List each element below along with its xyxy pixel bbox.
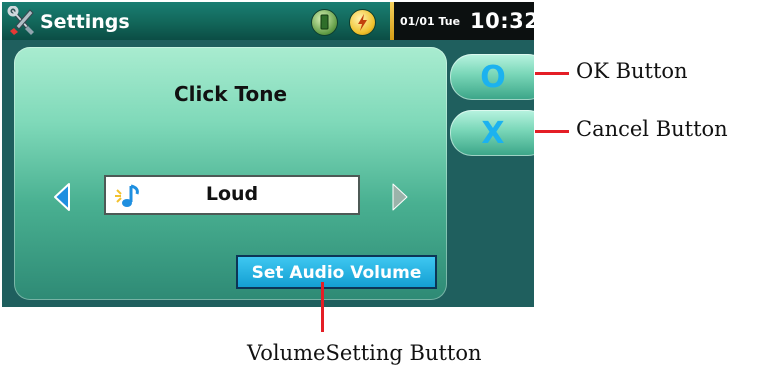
volume-callout-label: VolumeSetting Button bbox=[247, 341, 482, 365]
settings-panel: Click Tone Loud Set Audio Volume bbox=[14, 47, 447, 300]
ok-glyph: O bbox=[480, 60, 506, 95]
volume-callout-line bbox=[321, 282, 324, 332]
ok-callout-line bbox=[535, 72, 569, 75]
previous-arrow-icon[interactable] bbox=[52, 182, 72, 212]
battery-icon[interactable] bbox=[311, 9, 338, 36]
time-text: 10:32 bbox=[470, 9, 534, 33]
wrench-screwdriver-icon bbox=[6, 5, 38, 36]
date-text: 01/01 Tue bbox=[400, 15, 461, 28]
tone-value: Loud bbox=[205, 183, 259, 205]
cancel-button[interactable]: X bbox=[450, 110, 534, 156]
ok-button[interactable]: O bbox=[450, 54, 534, 100]
cancel-glyph: X bbox=[481, 116, 505, 151]
clock: 01/01 Tue 10:32 bbox=[394, 2, 534, 40]
app-title: Settings bbox=[40, 11, 130, 33]
tone-value-box: Loud bbox=[104, 175, 360, 215]
title-bar: Settings 01/01 Tue 10:32 bbox=[2, 2, 534, 40]
panel-title: Click Tone bbox=[173, 82, 288, 106]
set-audio-volume-button[interactable]: Set Audio Volume bbox=[236, 255, 437, 289]
cancel-callout-label: Cancel Button bbox=[576, 117, 728, 141]
ok-callout-label: OK Button bbox=[576, 59, 688, 83]
gps-signal-icon[interactable] bbox=[349, 9, 376, 36]
cancel-callout-line bbox=[535, 130, 569, 133]
next-arrow-icon[interactable] bbox=[390, 182, 410, 212]
device-screen: Settings 01/01 Tue 10:32 Click Tone Loud… bbox=[2, 2, 534, 307]
